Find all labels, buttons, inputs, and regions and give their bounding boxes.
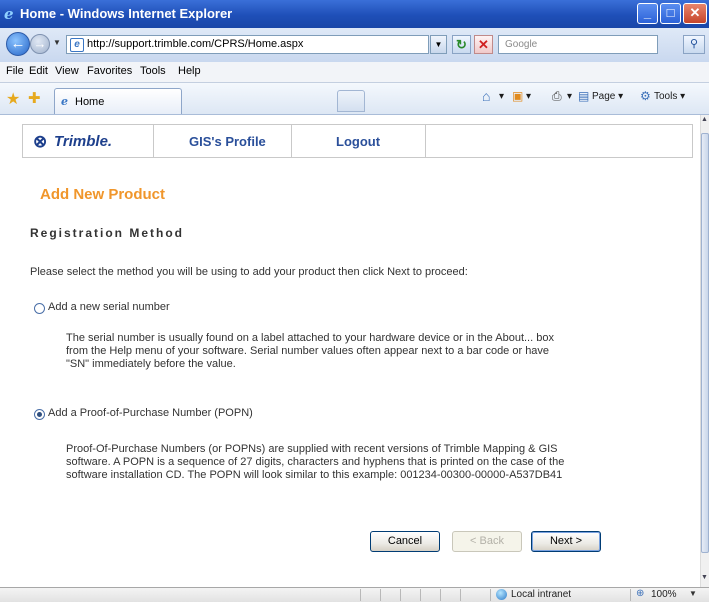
- feeds-dropdown-icon[interactable]: ▾: [526, 91, 531, 102]
- tab-label: Home: [75, 96, 105, 108]
- logo-text: Trimble.: [54, 133, 113, 150]
- radio-selected-dot: [37, 412, 42, 417]
- serial-description-line: "SN" immediately before the value.: [66, 358, 236, 370]
- status-divider: [460, 589, 461, 601]
- menu-file[interactable]: File: [6, 65, 24, 77]
- forward-nav-button[interactable]: →: [30, 34, 50, 54]
- page-menu-icon: ▤: [578, 89, 590, 103]
- security-zone-text[interactable]: Local intranet: [511, 589, 571, 600]
- menu-favorites[interactable]: Favorites: [87, 65, 132, 77]
- page-title: Add New Product: [40, 186, 166, 203]
- address-toolbar: ← → ▼ e http://support.trimble.com/CPRS/…: [0, 28, 709, 63]
- serial-description-line: The serial number is usually found on a …: [66, 332, 554, 344]
- vertical-scrollbar[interactable]: ▲ ▼: [700, 115, 709, 587]
- cancel-button[interactable]: Cancel: [370, 531, 440, 552]
- favorites-center-icon[interactable]: ★: [6, 89, 20, 109]
- tab-home[interactable]: e Home: [54, 88, 182, 114]
- popn-description-line: software. A POPN is a sequence of 27 dig…: [66, 456, 565, 468]
- page-menu[interactable]: Page ▾: [592, 91, 623, 102]
- radio-label-serial-number[interactable]: Add a new serial number: [48, 301, 170, 313]
- site-nav-bar: ⊗ Trimble. GIS's Profile Logout: [22, 124, 693, 158]
- tools-gear-icon: ⚙: [640, 89, 651, 103]
- trimble-logo-icon: ⊗: [33, 132, 48, 151]
- url-text: http://support.trimble.com/CPRS/Home.asp…: [87, 38, 304, 50]
- scroll-thumb[interactable]: [701, 133, 709, 553]
- status-divider: [440, 589, 441, 601]
- refresh-button[interactable]: ↻: [452, 35, 471, 54]
- back-nav-button[interactable]: ←: [6, 32, 30, 56]
- status-bar: Local intranet ⊕ 100% ▼: [0, 587, 709, 602]
- status-divider: [420, 589, 421, 601]
- title-bar: e Home - Windows Internet Explorer _ □ ✕: [0, 0, 709, 28]
- search-placeholder: Google: [505, 39, 538, 50]
- radio-label-popn[interactable]: Add a Proof-of-Purchase Number (POPN): [48, 407, 253, 419]
- home-dropdown-icon[interactable]: ▾: [499, 91, 504, 102]
- close-button[interactable]: ✕: [683, 3, 707, 24]
- back-button[interactable]: < Back: [452, 531, 522, 552]
- zoom-level[interactable]: 100%: [651, 589, 677, 600]
- nav-link-profile[interactable]: GIS's Profile: [189, 134, 266, 149]
- nav-divider: [425, 125, 426, 157]
- menu-edit[interactable]: Edit: [29, 65, 48, 77]
- menu-view[interactable]: View: [55, 65, 79, 77]
- new-tab-button[interactable]: [337, 90, 365, 112]
- recent-pages-dropdown-icon[interactable]: ▼: [53, 38, 61, 47]
- ie-logo-icon: e: [4, 5, 14, 23]
- nav-divider: [153, 125, 154, 157]
- print-dropdown-icon[interactable]: ▾: [567, 91, 572, 102]
- radio-popn[interactable]: [34, 409, 45, 420]
- popn-description-line: software installation CD. The POPN will …: [66, 469, 563, 481]
- menu-bar: File Edit View Favorites Tools Help: [0, 62, 709, 83]
- tools-menu[interactable]: Tools ▾: [654, 91, 685, 102]
- zoom-dropdown-icon[interactable]: ▼: [689, 589, 697, 598]
- address-dropdown-button[interactable]: ▼: [430, 35, 447, 54]
- feeds-icon[interactable]: ▣: [512, 89, 523, 103]
- print-icon[interactable]: ⎙: [552, 89, 562, 104]
- search-button[interactable]: ⚲: [683, 35, 705, 54]
- trimble-logo[interactable]: ⊗ Trimble.: [33, 131, 153, 153]
- status-divider: [360, 589, 361, 601]
- search-input[interactable]: Google: [498, 35, 658, 54]
- magnifier-icon: ⚲: [689, 38, 699, 50]
- minimize-button[interactable]: _: [637, 3, 658, 24]
- menu-tools[interactable]: Tools: [140, 65, 166, 77]
- window-title: Home - Windows Internet Explorer: [20, 6, 233, 21]
- zoom-icon[interactable]: ⊕: [636, 588, 644, 599]
- page-menu-label: Page: [592, 91, 616, 102]
- tools-menu-label: Tools: [654, 91, 678, 102]
- maximize-button[interactable]: □: [660, 3, 681, 24]
- status-divider: [490, 589, 491, 601]
- status-divider: [380, 589, 381, 601]
- serial-description-line: from the Help menu of your software. Ser…: [66, 345, 550, 357]
- stop-button[interactable]: ✕: [474, 35, 493, 54]
- section-heading: Registration Method: [30, 226, 184, 240]
- nav-link-logout[interactable]: Logout: [336, 134, 380, 149]
- nav-divider: [291, 125, 292, 157]
- scroll-up-arrow-icon[interactable]: ▲: [701, 116, 708, 123]
- scroll-down-arrow-icon[interactable]: ▼: [701, 574, 708, 581]
- radio-serial-number[interactable]: [34, 303, 45, 314]
- add-favorite-icon[interactable]: ✚: [28, 89, 41, 107]
- intranet-zone-icon: [496, 589, 507, 600]
- status-divider: [400, 589, 401, 601]
- tab-command-bar: ★ ✚ e Home ⌂ ▾ ▣ ▾ ⎙ ▾ ▤ Page ▾ ⚙ Tools …: [0, 83, 709, 115]
- next-button[interactable]: Next >: [531, 531, 601, 552]
- tab-page-icon: e: [61, 95, 68, 108]
- menu-help[interactable]: Help: [178, 65, 201, 77]
- address-input[interactable]: e http://support.trimble.com/CPRS/Home.a…: [66, 35, 429, 54]
- instructions-text: Please select the method you will be usi…: [30, 266, 468, 278]
- home-icon[interactable]: ⌂: [482, 88, 490, 104]
- page-icon: e: [70, 38, 84, 52]
- page-viewport: ⊗ Trimble. GIS's Profile Logout Add New …: [0, 115, 700, 587]
- popn-description-line: Proof-Of-Purchase Numbers (or POPNs) are…: [66, 443, 558, 455]
- status-divider: [630, 589, 631, 601]
